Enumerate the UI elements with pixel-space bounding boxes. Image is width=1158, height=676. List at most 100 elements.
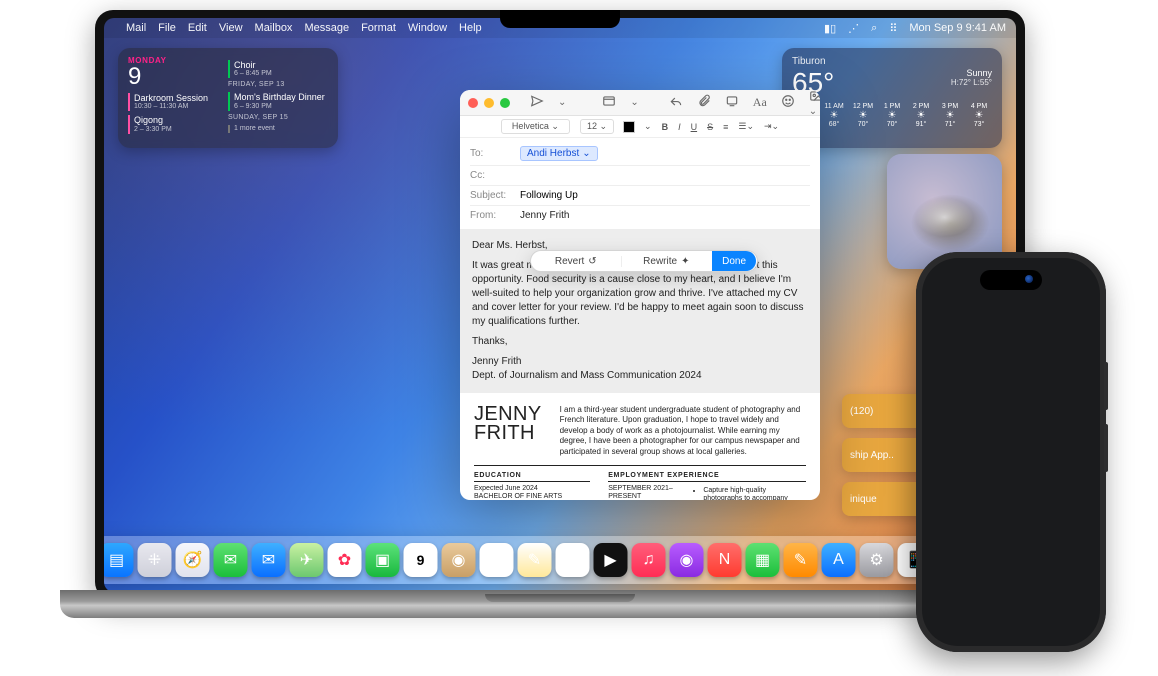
side-widget-label: (120) (850, 406, 873, 417)
notch (500, 10, 620, 28)
body-thanks: Thanks, (472, 335, 808, 349)
hour-label: 2 PM (908, 103, 934, 110)
bold-button[interactable]: B (662, 122, 669, 132)
underline-button[interactable]: U (691, 122, 698, 132)
indent-button[interactable]: ⇥⌄ (764, 121, 779, 132)
dock-app-notes[interactable]: ✎ (518, 543, 552, 577)
cc-input[interactable] (520, 170, 810, 181)
align-button[interactable]: ≡ (723, 122, 728, 132)
dock-app-music[interactable]: ♫ (632, 543, 666, 577)
side-widget-label: inique (850, 494, 877, 505)
calendar-widget[interactable]: MONDAY 9 Darkroom Session 10:30 – 11:30 … (118, 48, 338, 148)
menubar-item[interactable]: Help (459, 22, 482, 34)
italic-button[interactable]: I (678, 122, 681, 132)
weather-condition: Sunny (951, 68, 992, 78)
wifi-icon[interactable]: ⋰ (848, 22, 859, 35)
body-signature: Jenny Frith (472, 355, 808, 369)
format-bar: Helvetica ⌄ 12 ⌄ ⌄ B I U S ≡ ☰⌄ ⇥⌄ (460, 116, 820, 138)
dock-app-news[interactable]: N (708, 543, 742, 577)
color-picker[interactable] (624, 122, 634, 132)
dock-app-pages[interactable]: ✎ (784, 543, 818, 577)
menubar-item[interactable]: Window (408, 22, 447, 34)
dock-app-settings[interactable]: ⚙︎ (860, 543, 894, 577)
menubar-item[interactable]: File (158, 22, 176, 34)
dock-app-finder[interactable]: ▤ (104, 543, 134, 577)
close-icon[interactable] (468, 98, 478, 108)
dock-app-launchpad[interactable]: ⁜ (138, 543, 172, 577)
dock-app-appstore[interactable]: A (822, 543, 856, 577)
minimize-icon[interactable] (484, 98, 494, 108)
cal-event-title: Darkroom Session (134, 93, 220, 103)
cal-event-time: 6 – 9:30 PM (234, 103, 328, 111)
dock-app-reminders[interactable]: ☰ (480, 543, 514, 577)
window-traffic-lights[interactable] (468, 98, 510, 108)
resume-line: Expected June 2024 (474, 485, 590, 493)
dock-app-photos[interactable]: ✿ (328, 543, 362, 577)
subject-label: Subject: (470, 190, 514, 201)
dock-app-safari[interactable]: 🧭 (176, 543, 210, 577)
from-value[interactable]: Jenny Frith (520, 210, 569, 221)
laptop-base (60, 590, 1060, 618)
window-titlebar[interactable]: ⌄ ⌄ Aa ⌄ (460, 90, 820, 116)
resume-line: BACHELOR OF FINE ARTS (474, 493, 590, 500)
revert-button[interactable]: Revert ↺ (531, 256, 621, 267)
dock-app-maps[interactable]: ✈︎ (290, 543, 324, 577)
control-center-icon[interactable]: ⠿ (889, 22, 897, 35)
rewrite-button[interactable]: Rewrite ✦ (621, 256, 712, 267)
sun-icon: ☀︎ (850, 110, 876, 121)
to-label: To: (470, 148, 514, 159)
cal-event-title: Qigong (134, 115, 220, 125)
dock-app-contacts[interactable]: ◉ (442, 543, 476, 577)
zoom-icon[interactable] (500, 98, 510, 108)
resume-line: SEPTEMBER 2021–PRESENT (608, 485, 683, 500)
body-signature: Dept. of Journalism and Mass Communicati… (472, 369, 808, 383)
header-fields-button[interactable] (602, 94, 616, 111)
dock-app-tv[interactable]: ▶︎ (594, 543, 628, 577)
battery-icon[interactable]: ▮▯ (824, 22, 836, 35)
menubar-app[interactable]: Mail (126, 22, 146, 34)
list-button[interactable]: ☰⌄ (738, 121, 754, 132)
reply-icon[interactable] (669, 94, 683, 111)
menubar-item[interactable]: Format (361, 22, 396, 34)
photo-picker-button[interactable]: ⌄ (809, 90, 820, 117)
dock-app-facetime[interactable]: ▣ (366, 543, 400, 577)
menubar-item[interactable]: Message (304, 22, 349, 34)
sun-icon: ☀︎ (908, 110, 934, 121)
resume-bullet: Capture high-quality photographs to acco… (703, 487, 806, 500)
menubar-item[interactable]: Mailbox (255, 22, 293, 34)
cal-event-more: 1 more event (234, 125, 328, 133)
done-button[interactable]: Done (712, 251, 756, 271)
hour-temp: 73° (966, 121, 992, 128)
markup-icon[interactable] (725, 94, 739, 111)
chevron-down-icon[interactable]: ⌄ (644, 121, 652, 132)
dock-app-podcasts[interactable]: ◉ (670, 543, 704, 577)
menubar-datetime[interactable]: Mon Sep 9 9:41 AM (909, 22, 1006, 34)
weather-location: Tiburon (792, 56, 834, 67)
desktop: Mail File Edit View Mailbox Message Form… (104, 18, 1016, 592)
menubar-item[interactable]: Edit (188, 22, 207, 34)
spotlight-icon[interactable]: ⌕ (871, 22, 877, 35)
dock-app-messages[interactable]: ✉︎ (214, 543, 248, 577)
emoji-button[interactable] (781, 94, 795, 111)
cal-section: FRIDAY, SEP 13 (228, 81, 328, 88)
chevron-down-icon[interactable]: ⌄ (630, 97, 638, 108)
attachment-resume: JENNY FRITH I am a third-year student un… (460, 393, 820, 500)
strike-button[interactable]: S (707, 122, 713, 132)
dock-app-calendar[interactable]: 9 (404, 543, 438, 577)
dock-app-freeform[interactable]: ✦ (556, 543, 590, 577)
dock-app-numbers[interactable]: ▦ (746, 543, 780, 577)
recipient-chip[interactable]: Andi Herbst⌄ (520, 146, 598, 161)
font-picker[interactable]: Helvetica ⌄ (501, 119, 570, 134)
sun-icon: ☀︎ (937, 110, 963, 121)
dock: ▤⁜🧭✉︎✉︎✈︎✿▣9◉☰✎✦▶︎♫◉N▦✎A⚙︎📱⬇︎🗑 (104, 536, 1016, 584)
subject-input[interactable] (520, 190, 810, 201)
menubar-item[interactable]: View (219, 22, 243, 34)
dock-app-mail[interactable]: ✉︎ (252, 543, 286, 577)
send-button[interactable] (530, 94, 544, 111)
chevron-down-icon[interactable]: ⌄ (558, 97, 566, 108)
hour-label: 12 PM (850, 103, 876, 110)
font-size-picker[interactable]: 12 ⌄ (580, 119, 614, 134)
iphone-camera-icon (1025, 275, 1033, 283)
format-button[interactable]: Aa (753, 95, 767, 110)
attach-icon[interactable] (697, 94, 711, 111)
